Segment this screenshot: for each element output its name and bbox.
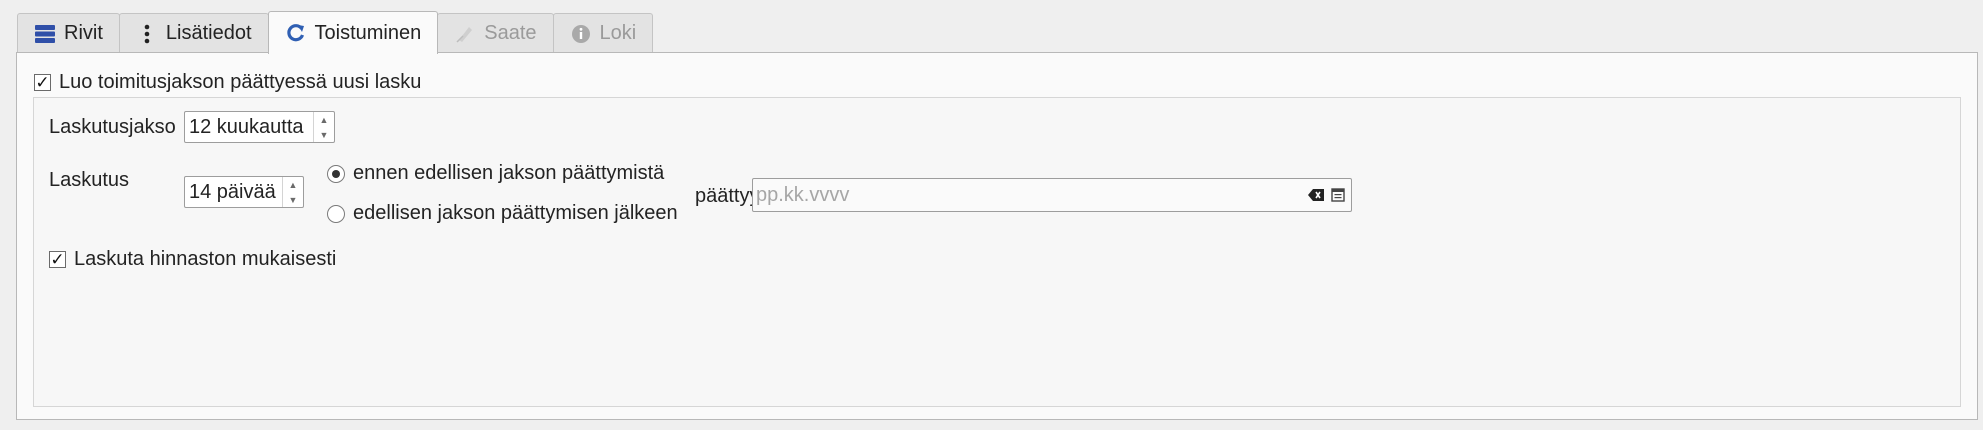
billing-days-spinbox[interactable]: 14 päivää ▲ ▼ [184, 176, 304, 208]
tab-saate[interactable]: Saate [437, 13, 554, 53]
tab-toistuminen[interactable]: Toistuminen [267, 11, 439, 54]
option-after-row[interactable]: edellisen jakson päättymisen jälkeen [327, 202, 678, 225]
option-before-row[interactable]: ennen edellisen jakson päättymistä [327, 162, 664, 185]
billing-period-label: Laskutusjakso [49, 116, 176, 138]
billing-period-value: 12 kuukautta [189, 115, 304, 138]
rows-icon [34, 23, 56, 45]
tab-rivit[interactable]: Rivit [17, 13, 120, 53]
recurrence-panel: ✓ Luo toimitusjakson päättyessä uusi las… [16, 52, 1978, 420]
ends-label: päättyy [695, 185, 760, 207]
tab-label: Saate [484, 22, 537, 44]
create-invoice-row[interactable]: ✓ Luo toimitusjakson päättyessä uusi las… [34, 71, 421, 94]
price-list-row[interactable]: ✓ Laskuta hinnaston mukaisesti [49, 248, 336, 271]
billing-label: Laskutus [49, 169, 130, 191]
spin-up-icon[interactable]: ▲ [283, 177, 303, 192]
create-invoice-label: Luo toimitusjakson päättyessä uusi lasku [59, 71, 422, 93]
recurrence-settings-group: Laskutusjakso 12 kuukautta ▲ ▼ Laskutus … [33, 97, 1961, 407]
price-list-checkbox[interactable]: ✓ [49, 251, 66, 268]
note-icon [454, 23, 476, 45]
spin-down-icon[interactable]: ▼ [314, 127, 334, 142]
option-after-label: edellisen jakson päättymisen jälkeen [353, 202, 678, 224]
tab-lisatiedot[interactable]: Lisätiedot [118, 13, 269, 53]
ends-date-field[interactable] [752, 178, 1352, 212]
billing-days-value: 14 päivää [189, 180, 276, 203]
spin-up-icon[interactable]: ▲ [314, 112, 334, 127]
tab-label: Lisätiedot [165, 22, 252, 44]
info-icon [570, 23, 592, 45]
tab-label: Rivit [64, 22, 103, 44]
tab-label: Loki [599, 22, 637, 44]
refresh-icon [285, 22, 307, 44]
option-before-label: ennen edellisen jakson päättymistä [353, 162, 665, 184]
tab-loki[interactable]: Loki [552, 13, 654, 53]
billing-period-spinbox[interactable]: 12 kuukautta ▲ ▼ [184, 111, 335, 143]
more-vertical-icon [136, 23, 158, 45]
spin-down-icon[interactable]: ▼ [283, 192, 303, 207]
option-after-radio[interactable] [327, 204, 345, 223]
option-before-radio[interactable] [327, 164, 345, 183]
price-list-label: Laskuta hinnaston mukaisesti [74, 248, 337, 270]
clear-icon[interactable] [1307, 186, 1325, 204]
tab-label: Toistuminen [314, 21, 422, 44]
calendar-icon[interactable] [1329, 186, 1347, 204]
tab-bar: Rivit Lisätiedot Toistuminen Saate Loki [17, 11, 654, 54]
create-invoice-checkbox[interactable]: ✓ [34, 74, 51, 91]
ends-date-input[interactable] [753, 182, 1307, 208]
